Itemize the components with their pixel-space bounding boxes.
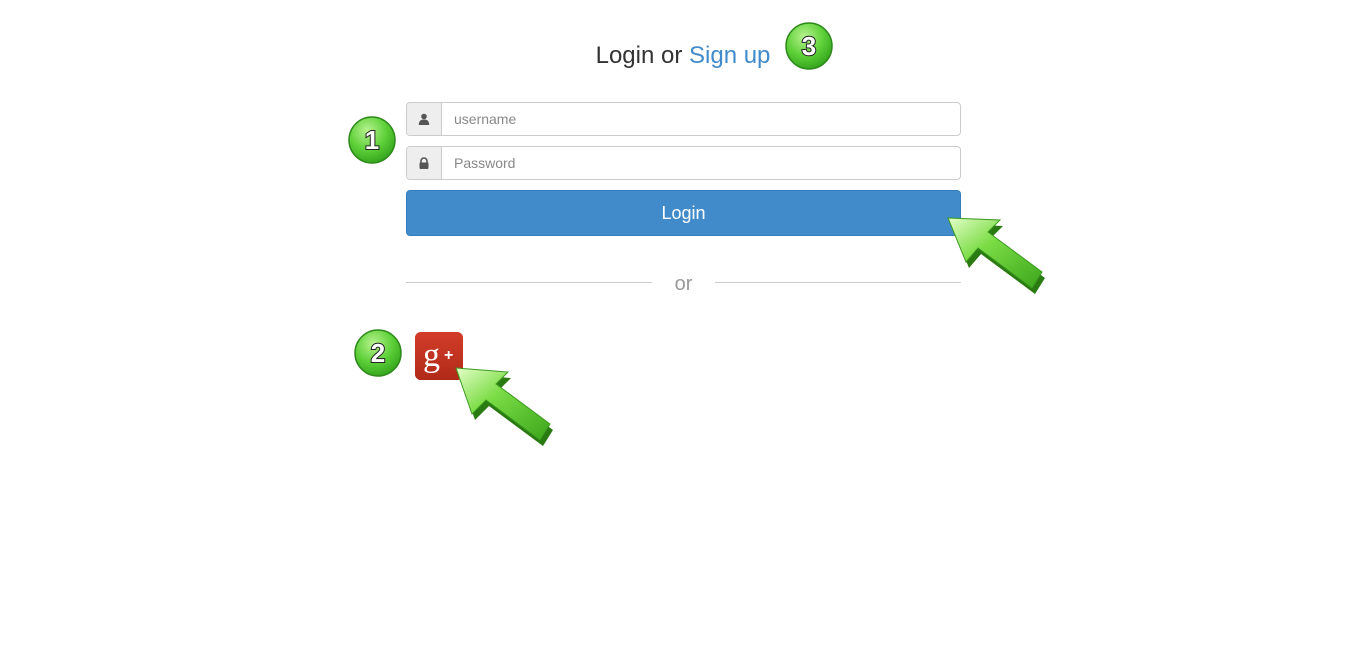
user-icon bbox=[407, 103, 442, 135]
separator-text: or bbox=[674, 273, 693, 295]
page-title: Login or Sign up bbox=[0, 38, 1366, 74]
username-field bbox=[406, 102, 961, 136]
password-input[interactable] bbox=[442, 147, 960, 179]
login-button[interactable]: Login bbox=[406, 190, 961, 236]
arrow-pointing-login-icon bbox=[947, 217, 1045, 294]
separator-line-right bbox=[715, 282, 961, 283]
lock-icon bbox=[407, 147, 442, 179]
svg-text:g: g bbox=[423, 337, 440, 374]
badge-number-2: 2 bbox=[371, 338, 385, 368]
separator-line-left bbox=[406, 282, 652, 283]
step-badge-1: 1 bbox=[348, 116, 396, 164]
badge-number-1: 1 bbox=[365, 125, 379, 155]
login-heading-text: Login or bbox=[595, 42, 683, 69]
badge-number-3: 3 bbox=[802, 31, 816, 61]
signup-link[interactable]: Sign up bbox=[689, 42, 770, 69]
step-badge-2: 2 bbox=[354, 329, 402, 377]
password-field bbox=[406, 146, 961, 180]
step-badge-3: 3 bbox=[785, 22, 833, 70]
arrow-pointing-google-plus-icon bbox=[455, 367, 553, 446]
username-input[interactable] bbox=[442, 103, 960, 135]
